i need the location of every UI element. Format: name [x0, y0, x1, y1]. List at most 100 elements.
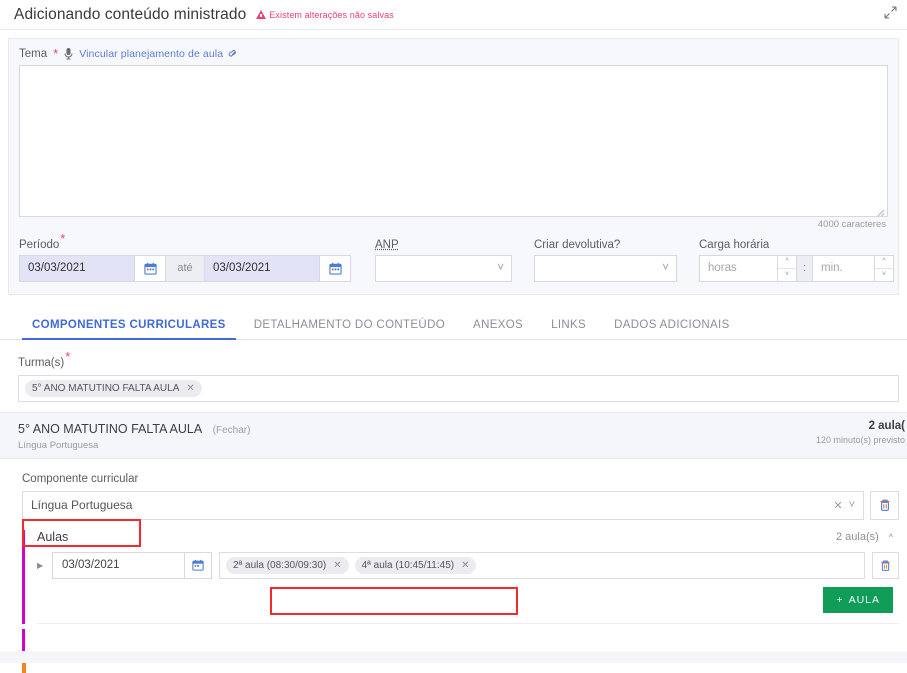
close-x-icon[interactable]: ✕: [833, 499, 842, 512]
page-footer: [0, 629, 907, 673]
aulas-divider: [37, 622, 899, 624]
app-page: Adicionando conteúdo ministrado Existem …: [0, 0, 907, 673]
aula-chip[interactable]: 4ª aula (10:45/11:45) ✕: [354, 556, 477, 574]
carga-horaria-hours-input[interactable]: horas: [699, 254, 778, 282]
unsaved-changes-warning: Existem alterações não salvas: [256, 9, 394, 20]
turma-chip-label: 5° ANO MATUTINO FALTA AULA: [32, 382, 180, 394]
expand-diagonal-icon[interactable]: [884, 5, 897, 24]
microphone-icon[interactable]: [63, 47, 74, 60]
devolutiva-label: Criar devolutiva?: [534, 238, 621, 251]
chevron-down-icon[interactable]: ˅: [778, 269, 796, 281]
tab-links[interactable]: LINKS: [537, 309, 600, 339]
turma-accordion-title: 5° ANO MATUTINO FALTA AULA: [18, 421, 203, 436]
turmas-required-mark: *: [65, 348, 71, 364]
periodo-start-input[interactable]: 03/03/2021: [19, 254, 134, 282]
periodo-field: Período* 03/03/2021 até 03/03/2021: [19, 232, 351, 282]
chevron-down-icon: ˅: [497, 262, 504, 275]
aula-chip-label: 2ª aula (08:30/09:30): [233, 559, 327, 571]
componente-curricular-select[interactable]: Língua Portuguesa ✕ ˅: [22, 490, 864, 520]
turmas-label-text: Turma(s): [18, 356, 65, 369]
chevron-up-icon[interactable]: ^: [889, 532, 893, 542]
componente-curricular-section: Componente curricular Língua Portuguesa …: [0, 458, 907, 547]
turma-chip[interactable]: 5° ANO MATUTINO FALTA AULA ✕: [25, 379, 202, 397]
aula-date-group: 03/03/2021: [52, 551, 212, 579]
turma-accordion-subtitle: Língua Portuguesa: [18, 439, 99, 451]
close-x-icon[interactable]: ✕: [186, 383, 194, 394]
footer-strip: [0, 651, 907, 663]
footer-accent-bar-orange: [22, 663, 26, 673]
tab-anexos[interactable]: ANEXOS: [459, 309, 537, 339]
chevron-up-icon[interactable]: ^: [778, 256, 796, 269]
vincular-planejamento-link[interactable]: Vincular planejamento de aula: [79, 48, 223, 60]
componente-curricular-row: Língua Portuguesa ✕ ˅: [22, 490, 899, 520]
aula-chip[interactable]: 2ª aula (08:30/09:30) ✕: [226, 556, 349, 574]
turma-accordion-header[interactable]: 5° ANO MATUTINO FALTA AULA (Fechar) Líng…: [0, 411, 907, 459]
turmas-input[interactable]: 5° ANO MATUTINO FALTA AULA ✕: [18, 374, 899, 402]
add-aula-row: + AULA: [37, 586, 899, 613]
tema-label-row: Tema * Vincular planejamento de aula: [19, 47, 888, 60]
add-aula-button-label: AULA: [848, 593, 880, 606]
anp-select[interactable]: ˅: [375, 254, 512, 282]
close-x-icon[interactable]: ✕: [333, 560, 341, 571]
aula-chips-input[interactable]: 2ª aula (08:30/09:30) ✕ 4ª aula (10:45/1…: [219, 551, 865, 579]
tab-bar: COMPONENTES CURRICULARES DETALHAMENTO DO…: [0, 309, 907, 340]
aulas-header: Aulas 2 aula(s) ^: [37, 530, 899, 544]
turma-accordion-left: 5° ANO MATUTINO FALTA AULA (Fechar) Líng…: [18, 420, 250, 451]
tema-panel: Tema * Vincular planejamento de aula 400…: [8, 38, 899, 295]
triangle-right-icon[interactable]: ▶: [37, 561, 45, 570]
carga-horaria-label: Carga horária: [699, 238, 770, 251]
carga-horaria-field: Carga horária horas ^ ˅ : min. ^ ˅: [699, 239, 894, 282]
add-aula-button[interactable]: + AULA: [823, 586, 893, 613]
chevron-down-icon[interactable]: ˅: [875, 269, 893, 281]
footer-accent-bar-magenta: [22, 629, 25, 651]
carga-horaria-separator: :: [797, 254, 813, 282]
page-title: Adicionando conteúdo ministrado: [14, 5, 247, 23]
aulas-content: Aulas 2 aula(s) ^ ▶ 03/03/2021 2ª aula (…: [25, 530, 899, 624]
chevron-down-icon[interactable]: ˅: [849, 499, 855, 511]
anp-field: ANP ˅: [375, 239, 512, 282]
carga-horaria-hours-stepper[interactable]: ^ ˅: [778, 254, 797, 282]
turmas-section: Turma(s)* 5° ANO MATUTINO FALTA AULA ✕: [0, 340, 907, 402]
devolutiva-field: Criar devolutiva? ˅: [534, 239, 677, 282]
tab-detalhamento-do-conteudo[interactable]: DETALHAMENTO DO CONTEÚDO: [240, 309, 459, 339]
chevron-down-icon: ˅: [662, 262, 669, 275]
aula-chip-label: 4ª aula (10:45/11:45): [361, 559, 455, 571]
carga-horaria-group: horas ^ ˅ : min. ^ ˅: [699, 254, 894, 282]
aula-delete-button[interactable]: [872, 551, 899, 579]
periodo-end-input[interactable]: 03/03/2021: [204, 254, 319, 282]
close-x-icon[interactable]: ✕: [461, 560, 469, 571]
tema-label: Tema: [19, 47, 48, 60]
aulas-count-label: 2 aula(s): [835, 530, 879, 543]
carga-horaria-minutes-input[interactable]: min.: [813, 254, 875, 282]
periodo-end-calendar-icon[interactable]: [319, 254, 351, 282]
turma-accordion-toggle[interactable]: (Fechar): [213, 425, 251, 436]
turma-aula-count: 2 aula(: [868, 419, 905, 432]
periodo-label: Período*: [19, 232, 351, 251]
aulas-panel: Aulas 2 aula(s) ^ ▶ 03/03/2021 2ª aula (…: [22, 529, 899, 624]
tema-required-mark: *: [53, 46, 59, 61]
resize-grip-icon[interactable]: [875, 204, 885, 217]
periodo-required-mark: *: [60, 231, 66, 246]
aula-date-input[interactable]: 03/03/2021: [52, 551, 184, 579]
turma-accordion-title-row: 5° ANO MATUTINO FALTA AULA (Fechar): [18, 420, 250, 438]
anp-label: ANP: [375, 238, 399, 251]
periodo-start-calendar-icon[interactable]: [134, 254, 166, 282]
turmas-label: Turma(s)*: [18, 350, 70, 369]
chain-link-icon[interactable]: [228, 48, 239, 59]
aulas-count-group: 2 aula(s) ^: [836, 531, 893, 543]
unsaved-changes-label: Existem alterações não salvas: [269, 9, 394, 20]
periodo-label-text: Período: [19, 238, 60, 251]
tema-textarea[interactable]: [19, 65, 888, 217]
aula-row: ▶ 03/03/2021 2ª aula (08:30/09:30) ✕ 4ª …: [37, 551, 899, 579]
componente-curricular-delete-button[interactable]: [870, 490, 899, 520]
carga-horaria-minutes-stepper[interactable]: ^ ˅: [875, 254, 894, 282]
componente-curricular-label: Componente curricular: [22, 472, 139, 485]
componente-curricular-value: Língua Portuguesa: [31, 498, 133, 513]
tab-dados-adicionais[interactable]: DADOS ADICIONAIS: [600, 309, 744, 339]
devolutiva-select[interactable]: ˅: [534, 254, 677, 282]
tab-componentes-curriculares[interactable]: COMPONENTES CURRICULARES: [18, 309, 240, 340]
warning-triangle-icon: [256, 10, 267, 19]
chevron-up-icon[interactable]: ^: [875, 256, 893, 269]
periodo-between-label: até: [166, 254, 204, 282]
aula-calendar-icon[interactable]: [184, 551, 212, 579]
